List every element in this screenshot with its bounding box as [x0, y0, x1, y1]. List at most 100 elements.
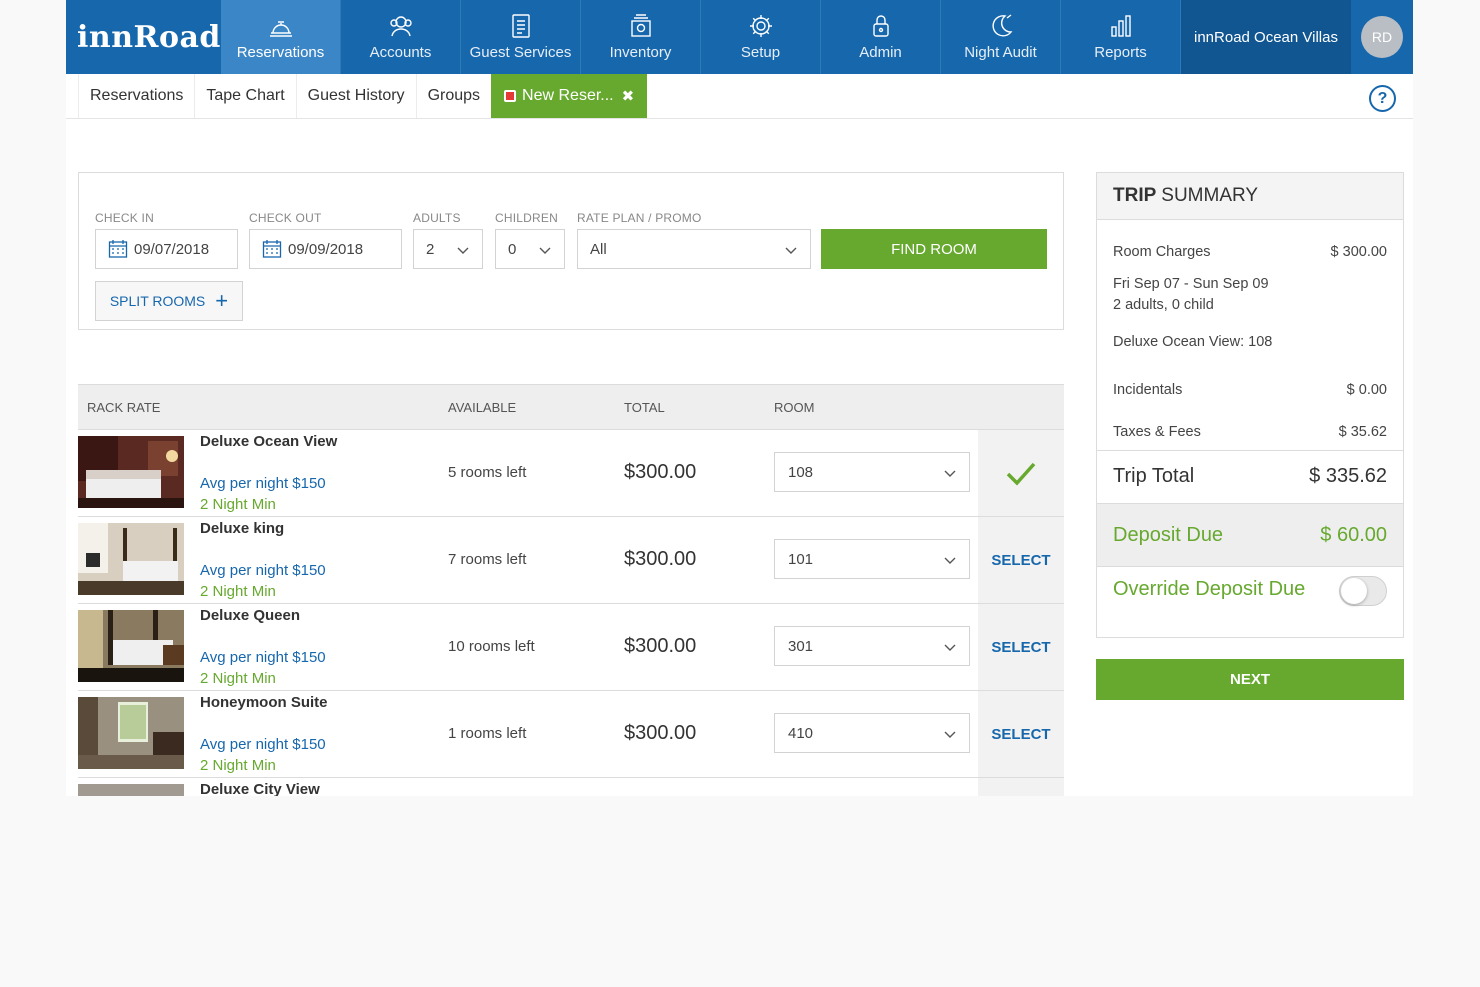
room-number-select[interactable]: 101	[774, 539, 970, 579]
deposit-due-label: Deposit Due	[1113, 524, 1224, 546]
split-rooms-button[interactable]: SPLIT ROOMS +	[95, 281, 243, 321]
tab-tape-chart[interactable]: Tape Chart	[194, 74, 297, 118]
adults-select[interactable]: 2	[413, 229, 483, 269]
nav-label: Setup	[740, 44, 781, 61]
rateplan-label: RATE PLAN / PROMO	[577, 211, 702, 225]
total-price: $300.00	[624, 461, 697, 483]
availability-text: 1 rooms left	[448, 725, 527, 742]
taxes-label: Taxes & Fees	[1113, 424, 1201, 440]
chevron-down-icon	[539, 247, 551, 254]
stay-dates: Fri Sep 07 - Sun Sep 09	[1113, 276, 1269, 292]
children-value: 0	[508, 240, 517, 258]
gear-icon	[749, 15, 772, 37]
checkout-field[interactable]: 09/09/2018	[249, 229, 402, 269]
nav-label: Inventory	[609, 44, 672, 61]
avg-rate-link[interactable]: Avg per night $150	[200, 562, 326, 579]
select-room-button[interactable]	[978, 778, 1064, 796]
nav-inventory[interactable]: Inventory	[581, 0, 701, 74]
header-total: TOTAL	[624, 400, 665, 415]
min-stay-text: 2 Night Min	[200, 757, 276, 774]
close-tab-icon[interactable]: ✖	[622, 87, 635, 105]
nav-admin[interactable]: Admin	[821, 0, 941, 74]
trip-summary-title-rest: SUMMARY	[1161, 185, 1259, 206]
room-photo	[78, 610, 184, 682]
nav-guest-services[interactable]: Guest Services	[461, 0, 581, 74]
avg-rate-link[interactable]: Avg per night $150	[200, 475, 326, 492]
next-button[interactable]: NEXT	[1096, 659, 1404, 700]
toggle-knob	[1341, 578, 1367, 604]
checkin-label: CHECK IN	[95, 211, 154, 225]
total-price: $300.00	[624, 548, 697, 570]
room-photo	[78, 697, 184, 769]
nav-label: Reservations	[236, 44, 325, 61]
table-header: RACK RATE AVAILABLE TOTAL ROOM	[78, 384, 1064, 430]
tab-new-reservation[interactable]: New Reser... ✖	[491, 74, 648, 118]
select-room-button[interactable]: SELECT	[978, 517, 1064, 603]
tab-new-reservation-label: New Reser...	[522, 87, 614, 104]
bar-chart-icon	[1110, 15, 1131, 37]
table-row: Deluxe Queen Avg per night $150 2 Night …	[78, 604, 1064, 691]
search-panel: CHECK IN 09/07/2018 CHECK OUT 09/09/2018…	[78, 172, 1064, 330]
split-rooms-label: SPLIT ROOMS	[109, 293, 206, 309]
table-row: Deluxe king Avg per night $150 2 Night M…	[78, 517, 1064, 604]
app-window: innRoad Reservations Accounts Guest Serv…	[66, 0, 1413, 796]
property-name[interactable]: innRoad Ocean Villas	[1181, 0, 1351, 74]
nav-reports[interactable]: Reports	[1061, 0, 1181, 74]
total-price: $300.00	[624, 635, 697, 657]
tab-groups[interactable]: Groups	[415, 74, 493, 118]
adults-label: ADULTS	[413, 211, 461, 225]
children-select[interactable]: 0	[495, 229, 565, 269]
checkout-value: 09/09/2018	[288, 240, 364, 258]
nav-label: Night Audit	[964, 44, 1037, 61]
chevron-down-icon	[944, 731, 956, 738]
trip-total-value: $ 335.62	[1309, 465, 1387, 487]
trip-summary-title-bold: TRIP	[1113, 185, 1157, 206]
select-room-button[interactable]: SELECT	[978, 691, 1064, 777]
deposit-due-row: Deposit Due $ 60.00	[1097, 503, 1403, 567]
avatar[interactable]: RD	[1361, 16, 1403, 58]
room-number-value: 108	[788, 463, 814, 481]
innroad-logo[interactable]: innRoad	[66, 0, 221, 74]
deposit-due-value: $ 60.00	[1320, 524, 1387, 546]
nav-label: Reports	[1094, 44, 1147, 61]
help-icon[interactable]: ?	[1369, 85, 1396, 112]
tab-guest-history[interactable]: Guest History	[295, 74, 417, 118]
checkin-field[interactable]: 09/07/2018	[95, 229, 238, 269]
nav-reservations[interactable]: Reservations	[221, 0, 341, 74]
select-room-button[interactable]: SELECT	[978, 604, 1064, 690]
moon-icon	[991, 14, 1012, 37]
checkin-value: 09/07/2018	[134, 240, 210, 258]
table-row: Deluxe Ocean View Avg per night $150 2 N…	[78, 430, 1064, 517]
min-stay-text: 2 Night Min	[200, 670, 276, 687]
selected-room-desc: Deluxe Ocean View: 108	[1113, 334, 1273, 350]
room-number-select[interactable]: 410	[774, 713, 970, 753]
room-number-value: 301	[788, 637, 814, 655]
avg-rate-link[interactable]: Avg per night $150	[200, 736, 326, 753]
trip-total-row: Trip Total $ 335.62	[1113, 465, 1387, 488]
nav-setup[interactable]: Setup	[701, 0, 821, 74]
taxes-row: Taxes & Fees $ 35.62	[1113, 424, 1387, 440]
override-deposit-toggle[interactable]	[1339, 576, 1387, 606]
nav-accounts[interactable]: Accounts	[341, 0, 461, 74]
room-type-name: Deluxe king	[200, 520, 285, 537]
find-room-button[interactable]: FIND ROOM	[821, 229, 1047, 269]
tab-reservations[interactable]: Reservations	[78, 74, 196, 118]
rateplan-select[interactable]: All	[577, 229, 811, 269]
money-stack-icon	[630, 14, 651, 37]
sub-nav: Reservations Tape Chart Guest History Gr…	[66, 74, 1413, 119]
room-charges-row: Room Charges $ 300.00	[1113, 244, 1387, 260]
chevron-down-icon	[944, 644, 956, 651]
min-stay-text: 2 Night Min	[200, 496, 276, 513]
avg-rate-link[interactable]: Avg per night $150	[200, 649, 326, 666]
room-number-value: 101	[788, 550, 814, 568]
header-room: ROOM	[774, 400, 815, 415]
unsaved-indicator-icon	[504, 90, 517, 102]
nav-label: Accounts	[369, 44, 432, 61]
selected-check-cell[interactable]	[978, 430, 1064, 516]
users-icon	[389, 16, 412, 37]
chevron-down-icon	[944, 470, 956, 477]
room-number-select[interactable]: 108	[774, 452, 970, 492]
room-number-select[interactable]: 301	[774, 626, 970, 666]
user-menu: RD	[1351, 0, 1413, 74]
nav-night-audit[interactable]: Night Audit	[941, 0, 1061, 74]
